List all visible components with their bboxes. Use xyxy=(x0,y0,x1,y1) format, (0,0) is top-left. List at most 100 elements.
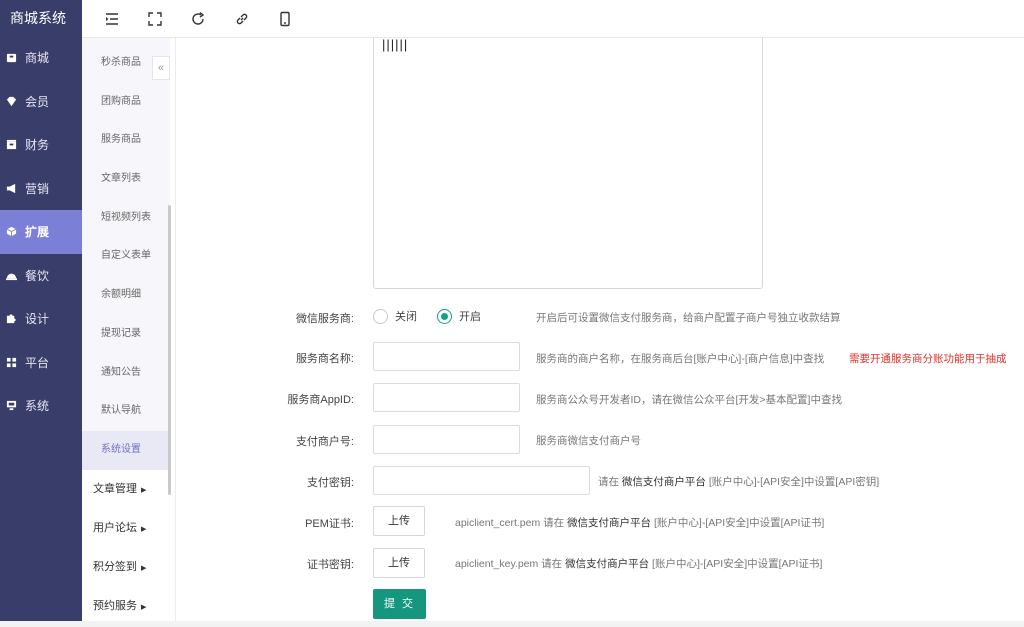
hint-text: 请在 xyxy=(598,476,619,488)
main-sidebar: 商城系统 商城 会员 财务 营销 扩展 餐饮 设计 平台 系统 xyxy=(0,0,82,621)
pem-cert-label: PEM证书: xyxy=(305,518,354,530)
nav-item-member[interactable]: 会员 xyxy=(0,80,82,124)
caret-right-icon: ▶ xyxy=(141,603,147,611)
sub-menu: 秒杀商品 团购商品 服务商品 文章列表 短视频列表 自定义表单 余额明细 提现记… xyxy=(82,38,176,621)
nav-label: 设计 xyxy=(25,312,50,327)
member-icon xyxy=(6,96,17,106)
merchant-no-label: 支付商户号: xyxy=(295,436,354,448)
provider-name-hint: 服务商的商户名称，在服务商后台[账户中心]-[商户信息]中查找 xyxy=(536,353,825,365)
nav-item-system[interactable]: 系统 xyxy=(0,384,82,428)
radio-on-label: 开启 xyxy=(459,311,481,323)
pay-key-label: 支付密钥: xyxy=(306,477,354,489)
fullscreen-icon[interactable] xyxy=(147,11,163,27)
dining-icon xyxy=(6,273,17,280)
hint-text: [账户中心]-[API安全]中设置[API证书] xyxy=(652,558,823,570)
provider-name-input[interactable] xyxy=(373,342,520,371)
sub-item-service[interactable]: 服务商品 xyxy=(82,121,170,161)
radio-circle-icon xyxy=(373,308,388,324)
sub-group-points[interactable]: 积分签到 ▶ xyxy=(82,548,175,587)
provider-name-label: 服务商名称: xyxy=(295,353,354,365)
pem-cert-hint: apiclient_cert.pem 请在 微信支付商户平台 [账户中心]-[A… xyxy=(455,515,824,530)
wx-provider-label: 微信服务商: xyxy=(295,313,354,325)
merchant-no-hint: 服务商微信支付商户号 xyxy=(536,435,641,447)
sub-group-booking[interactable]: 预约服务 ▶ xyxy=(82,587,175,626)
sub-group-label: 积分签到 xyxy=(93,560,137,573)
sub-group-label: 用户论坛 xyxy=(93,521,137,534)
row-cert-key: 证书密钥: 上传 apiclient_key.pem 请在 微信支付商户平台 [… xyxy=(176,547,1024,578)
nav-label: 商城 xyxy=(25,51,50,66)
nav-item-dining[interactable]: 餐饮 xyxy=(0,254,82,298)
megaphone-icon xyxy=(6,183,16,193)
key-upload-button[interactable]: 上传 xyxy=(373,548,425,578)
nav-item-shop[interactable]: 商城 xyxy=(0,36,82,80)
nav-item-finance[interactable]: 财务 xyxy=(0,123,82,167)
radio-checked-icon xyxy=(437,308,452,324)
caret-right-icon: ▶ xyxy=(141,564,147,572)
top-toolbar xyxy=(82,0,1024,38)
sub-group-forum[interactable]: 用户论坛 ▶ xyxy=(82,509,175,548)
nav-label: 会员 xyxy=(25,94,50,109)
cert-key-hint: apiclient_key.pem 请在 微信支付商户平台 [账户中心]-[AP… xyxy=(455,556,822,571)
merchant-no-input[interactable] xyxy=(373,425,520,454)
wx-provider-hint: 开启后可设置微信支付服务商，给商户配置子商户号独立收款结算 xyxy=(536,312,841,324)
pem-upload-button[interactable]: 上传 xyxy=(373,506,425,536)
nav-label: 扩展 xyxy=(25,225,50,240)
row-wx-provider: 微信服务商: 关闭 开启 开启后可设置微信支付服务商，给商户配置子商户号独立收款… xyxy=(176,306,1024,326)
refresh-icon[interactable] xyxy=(190,11,206,27)
link-icon[interactable] xyxy=(234,11,250,27)
rich-text-editor[interactable]: |||||| xyxy=(373,37,763,289)
radio-on[interactable]: 开启 xyxy=(437,308,481,324)
cert-key-label: 证书密钥: xyxy=(306,559,354,571)
cube-icon xyxy=(6,227,17,237)
hint-text: [账户中心]-[API安全]中设置[API密钥] xyxy=(708,476,880,488)
provider-appid-input[interactable] xyxy=(373,383,520,412)
nav-item-design[interactable]: 设计 xyxy=(0,297,82,341)
provider-name-warning: 需要开通服务商分账功能用于抽成 xyxy=(849,353,1007,365)
collapse-submenu-button[interactable]: « xyxy=(152,56,170,80)
submit-button[interactable]: 提 交 xyxy=(373,589,426,619)
sub-group-article[interactable]: 文章管理 ▶ xyxy=(82,470,175,509)
hint-platform-link: 微信支付商户平台 xyxy=(621,476,706,488)
radio-off[interactable]: 关闭 xyxy=(373,308,417,324)
nav-label: 餐饮 xyxy=(25,268,50,283)
pay-key-hint: 请在 微信支付商户平台 [账户中心]-[API安全]中设置[API密钥] xyxy=(598,474,879,489)
hint-text: [账户中心]-[API安全]中设置[API证书] xyxy=(653,517,825,529)
sub-group-label: 预约服务 xyxy=(93,599,137,612)
sub-item-shortvideo[interactable]: 短视频列表 xyxy=(82,198,170,238)
sub-group-label: 文章管理 xyxy=(93,482,137,495)
nav-item-platform[interactable]: 平台 xyxy=(0,341,82,385)
row-provider-appid: 服务商AppID: 服务商公众号开发者ID，请在微信公众平台[开发>基本配置]中… xyxy=(176,383,1024,412)
nav-label: 平台 xyxy=(25,355,50,370)
radio-off-label: 关闭 xyxy=(395,311,417,323)
sub-item-groupbuy[interactable]: 团购商品 xyxy=(82,82,170,122)
nav-item-marketing[interactable]: 营销 xyxy=(0,167,82,211)
row-pay-key: 支付密钥: 请在 微信支付商户平台 [账户中心]-[API安全]中设置[API密… xyxy=(176,466,1024,495)
sub-item-withdraw[interactable]: 提现记录 xyxy=(82,314,170,354)
nav-item-extension[interactable]: 扩展 xyxy=(0,210,82,254)
sub-item-notice[interactable]: 通知公告 xyxy=(82,353,170,393)
finance-icon xyxy=(6,140,17,150)
pay-key-input[interactable] xyxy=(373,466,590,495)
grid-icon xyxy=(6,357,17,367)
hint-platform-link: 微信支付商户平台 xyxy=(567,517,652,529)
monitor-icon xyxy=(6,401,17,411)
row-provider-name: 服务商名称: 服务商的商户名称，在服务商后台[账户中心]-[商户信息]中查找 需… xyxy=(176,342,1024,371)
sub-item-balance[interactable]: 余额明细 xyxy=(82,276,170,315)
hint-platform-link: 微信支付商户平台 xyxy=(565,558,650,570)
sub-item-articles[interactable]: 文章列表 xyxy=(82,160,170,199)
mobile-preview-icon[interactable] xyxy=(277,11,293,27)
sub-item-default-nav[interactable]: 默认导航 xyxy=(82,392,170,431)
row-merchant-no: 支付商户号: 服务商微信支付商户号 xyxy=(176,425,1024,454)
caret-right-icon: ▶ xyxy=(141,525,147,533)
sub-item-custom-form[interactable]: 自定义表单 xyxy=(82,237,170,277)
nav-label: 系统 xyxy=(25,399,50,414)
brand-title: 商城系统 xyxy=(10,10,66,26)
shop-icon xyxy=(6,54,17,63)
row-pem-cert: PEM证书: 上传 apiclient_cert.pem 请在 微信支付商户平台… xyxy=(176,506,1024,536)
editor-content: |||||| xyxy=(382,37,409,52)
menu-fold-icon[interactable] xyxy=(104,11,120,27)
puzzle-icon xyxy=(6,314,16,324)
caret-right-icon: ▶ xyxy=(141,486,147,494)
submenu-scrollbar[interactable] xyxy=(168,205,171,495)
sub-item-system-settings[interactable]: 系统设置 xyxy=(82,430,170,470)
